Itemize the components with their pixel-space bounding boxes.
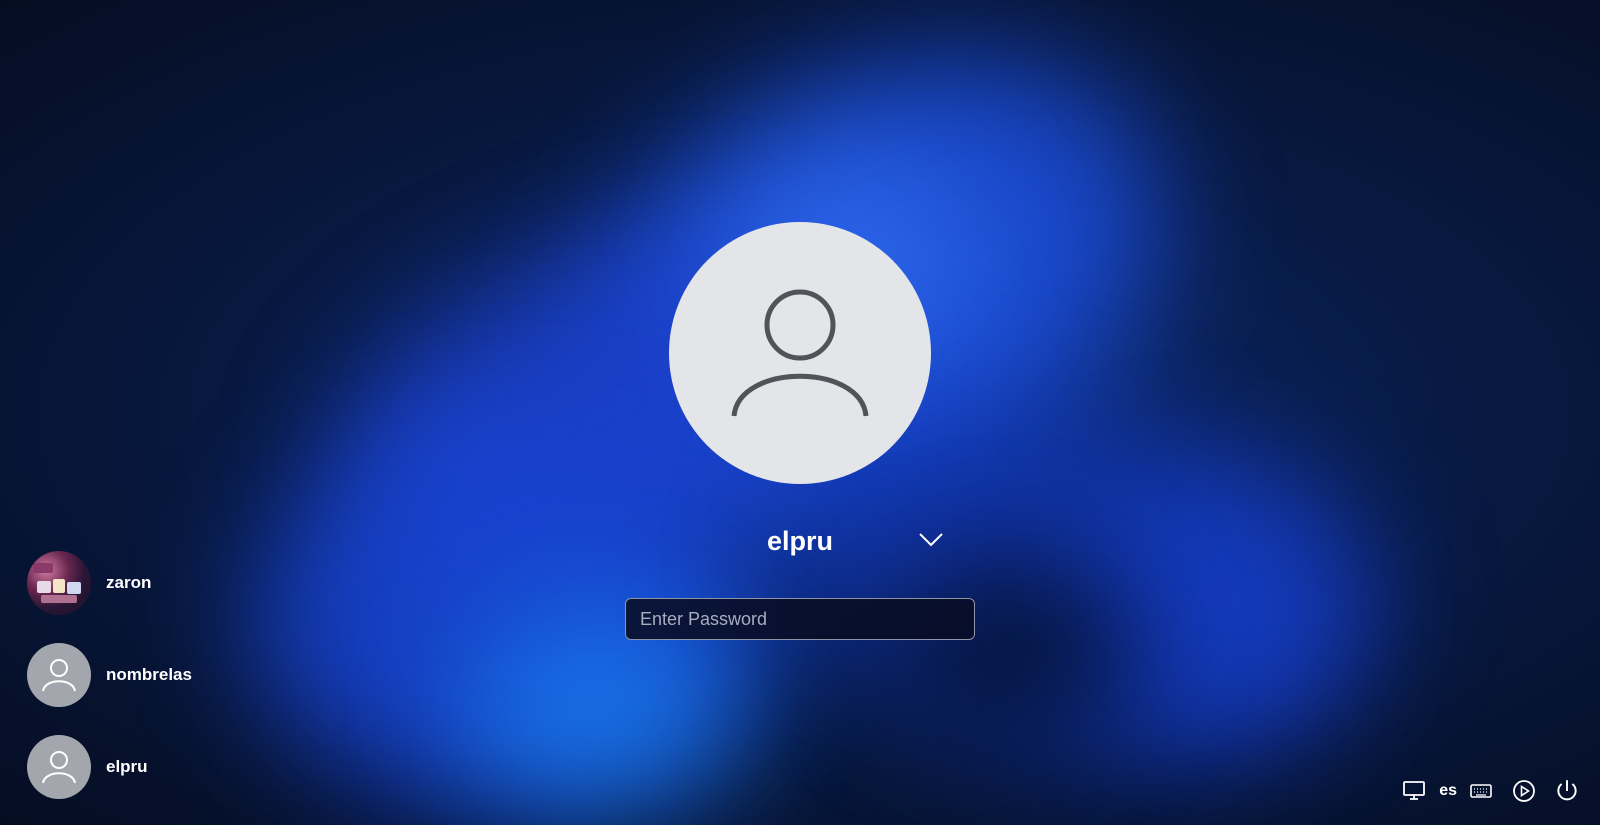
user-avatar <box>27 643 91 707</box>
user-item-zaron[interactable]: zaron <box>27 551 192 615</box>
selected-username: elpru <box>766 526 833 556</box>
keyboard-icon[interactable] <box>1470 777 1492 805</box>
user-switcher-list: zaron nombrelas elpru <box>27 551 192 825</box>
power-icon[interactable] <box>1554 777 1580 805</box>
password-input[interactable] <box>638 607 962 631</box>
system-tray: es <box>1389 777 1580 805</box>
user-avatar <box>27 735 91 799</box>
selected-user-row: elpru <box>0 521 1600 561</box>
play-circle-icon[interactable] <box>1512 777 1536 805</box>
chevron-down-icon[interactable] <box>917 526 945 554</box>
user-photo-avatar <box>27 551 91 615</box>
user-item-elpru[interactable]: elpru <box>27 735 192 799</box>
user-name: nombrelas <box>106 665 192 684</box>
monitor-icon[interactable] <box>1402 777 1426 805</box>
user-icon <box>731 289 869 417</box>
user-name: zaron <box>106 573 152 592</box>
selected-user-avatar <box>669 222 931 484</box>
user-icon <box>42 751 76 784</box>
user-item-nombrelas[interactable]: nombrelas <box>27 643 192 707</box>
language-indicator[interactable]: es <box>1439 782 1457 800</box>
user-icon <box>42 659 76 692</box>
user-name: elpru <box>106 757 148 776</box>
password-field[interactable] <box>625 598 975 640</box>
